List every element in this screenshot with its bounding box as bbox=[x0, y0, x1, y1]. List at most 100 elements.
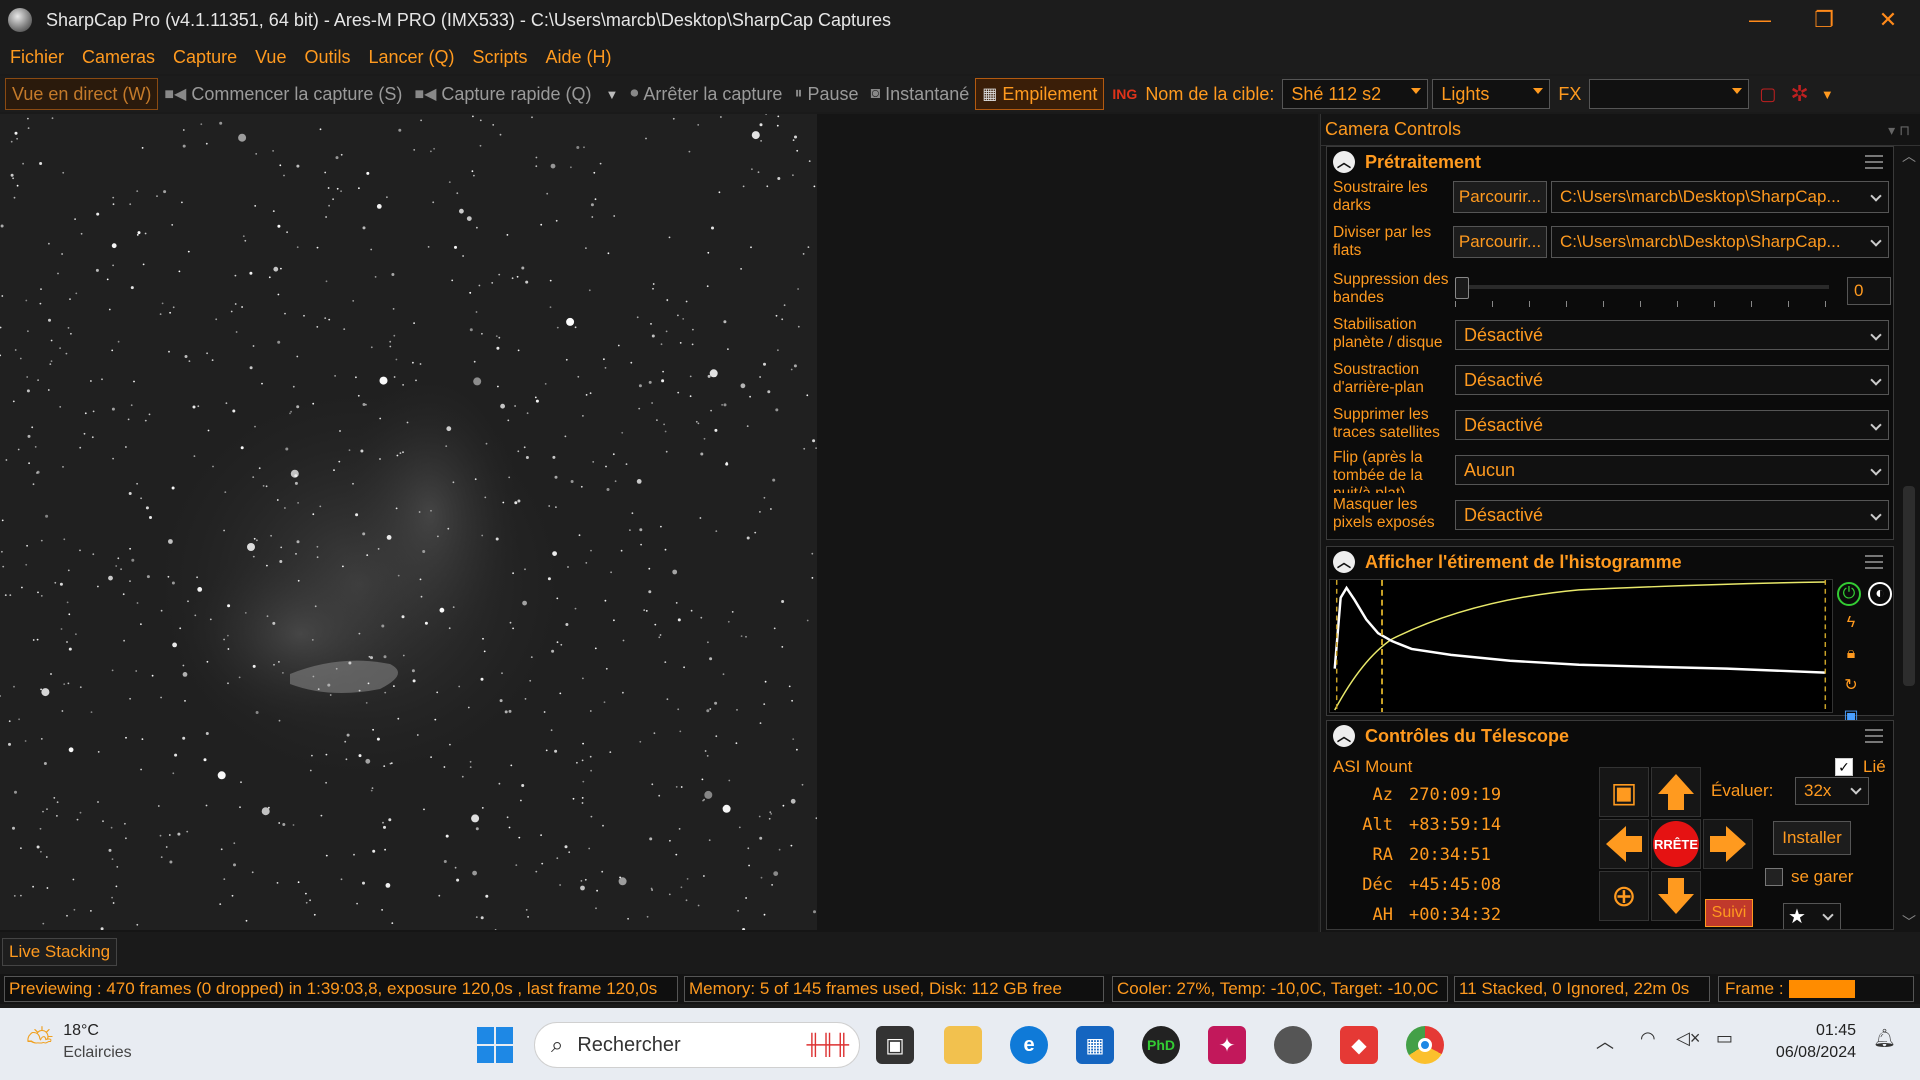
slider-thumb[interactable] bbox=[1455, 277, 1469, 299]
sharpcap-taskbar-button[interactable] bbox=[1274, 1026, 1312, 1064]
phd-guiding-button[interactable]: PhD bbox=[1142, 1026, 1180, 1064]
center-button[interactable]: ⊕ bbox=[1599, 871, 1649, 921]
star bbox=[211, 359, 214, 361]
mask-select[interactable]: Désactivé bbox=[1455, 500, 1889, 530]
install-button[interactable]: Installer bbox=[1773, 821, 1851, 855]
taskbar-search[interactable]: ⌕ Rechercher ╫╫╫ bbox=[534, 1022, 860, 1068]
chrome-button[interactable] bbox=[1406, 1026, 1444, 1064]
stop-capture-button[interactable]: ⏺ Arrêter la capture bbox=[624, 78, 788, 110]
snapshot-button[interactable]: ◙ Instantané bbox=[865, 78, 976, 110]
power-icon[interactable]: ⏻ bbox=[1837, 582, 1861, 606]
stop-button[interactable]: RRÊTE bbox=[1651, 819, 1701, 869]
stacking-button[interactable]: ▦ Empilement bbox=[975, 78, 1105, 110]
background-select[interactable]: Désactivé bbox=[1455, 365, 1889, 395]
scrollbar-thumb[interactable] bbox=[1903, 486, 1915, 686]
stellarium-button[interactable]: ✦ bbox=[1208, 1026, 1246, 1064]
menu-fichier[interactable]: Fichier bbox=[4, 47, 70, 68]
close-button[interactable]: ✕ bbox=[1856, 0, 1920, 40]
chevron-down-icon[interactable]: ▼ bbox=[1821, 87, 1834, 102]
store-button[interactable]: ▦ bbox=[1076, 1026, 1114, 1064]
start-capture-button[interactable]: ■◀ Commencer la capture (S) bbox=[158, 78, 408, 110]
goto-star-select[interactable]: ★ bbox=[1783, 903, 1841, 929]
volume-muted-icon[interactable]: ◁× bbox=[1676, 1028, 1700, 1049]
pause-button[interactable]: ⏸ Pause bbox=[788, 78, 864, 110]
park-checkbox-box[interactable] bbox=[1765, 868, 1783, 886]
stabilisation-select[interactable]: Désactivé bbox=[1455, 320, 1889, 350]
menu-outils[interactable]: Outils bbox=[298, 47, 356, 68]
menu-capture[interactable]: Capture bbox=[167, 47, 243, 68]
image-viewer[interactable] bbox=[0, 114, 1318, 932]
star bbox=[675, 853, 678, 856]
frame-type-select[interactable]: Lights bbox=[1432, 79, 1551, 109]
east-button[interactable] bbox=[1703, 819, 1753, 869]
tracking-button[interactable]: Suivi bbox=[1705, 899, 1753, 927]
north-button[interactable] bbox=[1651, 767, 1701, 817]
menu-icon[interactable] bbox=[1865, 555, 1883, 569]
menu-cameras[interactable]: Cameras bbox=[76, 47, 161, 68]
telescope-header[interactable]: ︿ Contrôles du Télescope bbox=[1327, 721, 1893, 751]
anydesk-button[interactable]: ◆ bbox=[1340, 1026, 1378, 1064]
south-button[interactable] bbox=[1651, 871, 1701, 921]
star bbox=[677, 314, 679, 317]
rate-select[interactable]: 32x bbox=[1795, 777, 1869, 805]
menu-lancer[interactable]: Lancer (Q) bbox=[362, 47, 460, 68]
lightning-icon[interactable]: ϟ bbox=[1837, 609, 1865, 637]
scroll-down-icon[interactable]: ﹀ bbox=[1898, 912, 1920, 932]
histogram-chart[interactable] bbox=[1329, 579, 1833, 713]
spiral-search-button[interactable]: ▣ bbox=[1599, 767, 1649, 817]
star bbox=[340, 190, 342, 193]
file-explorer-button[interactable] bbox=[944, 1026, 982, 1064]
star bbox=[582, 677, 584, 680]
windows-start-button[interactable] bbox=[476, 1026, 514, 1064]
banding-slider[interactable] bbox=[1455, 277, 1829, 307]
histogram-header[interactable]: ︿ Afficher l'étirement de l'histogramme bbox=[1327, 547, 1893, 577]
reset-icon[interactable]: ↻ bbox=[1837, 671, 1865, 699]
chevron-down-icon[interactable]: ▼ bbox=[605, 87, 618, 102]
menu-icon[interactable] bbox=[1865, 155, 1883, 169]
star bbox=[582, 742, 584, 745]
menu-scripts[interactable]: Scripts bbox=[467, 47, 534, 68]
menu-vue[interactable]: Vue bbox=[249, 47, 292, 68]
flip-select[interactable]: Aucun bbox=[1455, 455, 1889, 485]
collapse-icon[interactable]: ︿ bbox=[1333, 151, 1355, 173]
menu-icon[interactable] bbox=[1865, 729, 1883, 743]
chevron-up-icon[interactable]: ︿ bbox=[1596, 1028, 1614, 1054]
star bbox=[133, 380, 135, 383]
restore-button[interactable]: ❐ bbox=[1792, 0, 1856, 40]
linked-checkbox[interactable]: ✓ Lié bbox=[1835, 757, 1886, 777]
fx-select[interactable] bbox=[1589, 79, 1750, 109]
wifi-icon[interactable]: ◠ bbox=[1640, 1028, 1656, 1049]
status-frame: Frame : bbox=[1718, 976, 1914, 1002]
panel-scrollbar[interactable]: ︿ ﹀ bbox=[1898, 146, 1920, 932]
battery-icon[interactable]: ▭ bbox=[1716, 1028, 1733, 1049]
banding-value-input[interactable]: 0 bbox=[1847, 277, 1891, 305]
menu-aide[interactable]: Aide (H) bbox=[540, 47, 618, 68]
minimize-button[interactable]: — bbox=[1728, 0, 1792, 40]
notification-bell-icon[interactable]: 🔔︎ bbox=[1873, 1028, 1896, 1049]
collapse-icon[interactable]: ︿ bbox=[1333, 551, 1355, 573]
live-view-button[interactable]: Vue en direct (W) bbox=[5, 78, 159, 110]
flats-browse-button[interactable]: Parcourir... bbox=[1453, 226, 1547, 258]
park-checkbox[interactable]: se garer bbox=[1765, 867, 1853, 887]
satellite-select[interactable]: Désactivé bbox=[1455, 410, 1889, 440]
lock-icon[interactable]: 🔒︎ bbox=[1837, 640, 1865, 668]
pin-icon[interactable]: ▾ ⊓ bbox=[1888, 122, 1910, 139]
darks-path-select[interactable]: C:\Users\marcb\Desktop\SharpCap... bbox=[1551, 181, 1889, 213]
weather-widget[interactable]: ⛅︎ 18°C Eclaircies bbox=[26, 1020, 132, 1064]
flats-path-select[interactable]: C:\Users\marcb\Desktop\SharpCap... bbox=[1551, 226, 1889, 258]
clock[interactable]: 01:45 06/08/2024 bbox=[1776, 1020, 1856, 1064]
edge-button[interactable]: e bbox=[1010, 1026, 1048, 1064]
task-view-button[interactable]: ▣ bbox=[876, 1026, 914, 1064]
collapse-icon[interactable]: ︿ bbox=[1333, 725, 1355, 747]
quick-capture-button[interactable]: ■◀ Capture rapide (Q) ▼ bbox=[408, 78, 624, 110]
live-stacking-tab[interactable]: Live Stacking bbox=[2, 938, 118, 966]
contrast-icon[interactable]: ◐ bbox=[1868, 582, 1893, 606]
target-name-select[interactable]: Shé 112 s2 bbox=[1282, 79, 1429, 109]
star bbox=[679, 730, 682, 733]
preprocessing-header[interactable]: ︿ Prétraitement bbox=[1327, 147, 1893, 177]
west-button[interactable] bbox=[1599, 819, 1649, 869]
darks-browse-button[interactable]: Parcourir... bbox=[1453, 181, 1547, 213]
crop-icon[interactable]: ▢ bbox=[1759, 84, 1776, 105]
crosshair-icon[interactable]: ✲ bbox=[1790, 81, 1808, 107]
scroll-up-icon[interactable]: ︿ bbox=[1898, 146, 1920, 166]
